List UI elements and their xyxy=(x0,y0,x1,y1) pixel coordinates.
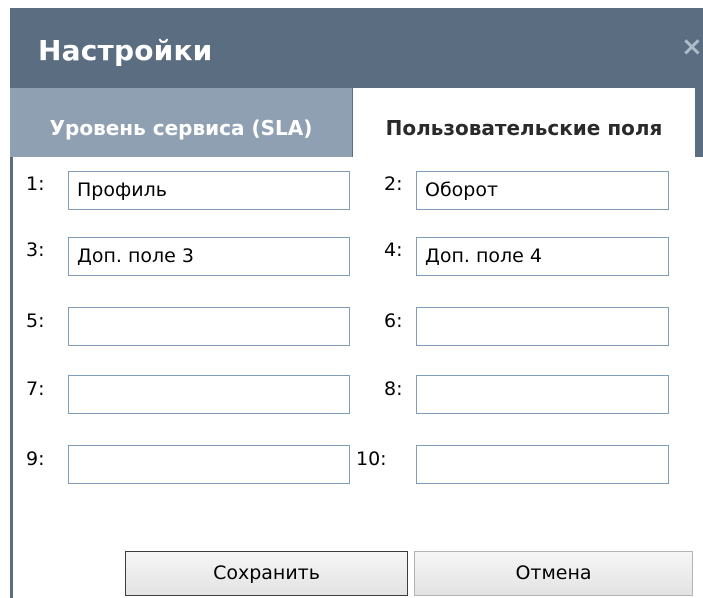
field-5-input[interactable] xyxy=(68,307,350,346)
tab-bar: Уровень сервиса (SLA) Пользовательские п… xyxy=(10,88,703,157)
settings-dialog: Настройки × Уровень сервиса (SLA) Пользо… xyxy=(0,0,703,598)
field-9-label: 9: xyxy=(26,448,45,470)
dialog-title: Настройки xyxy=(38,34,213,67)
field-6-label: 6: xyxy=(384,310,403,332)
field-2-label: 2: xyxy=(384,173,403,195)
field-7-label: 7: xyxy=(26,378,45,400)
field-2-input[interactable]: Оборот xyxy=(416,171,669,210)
field-10-label: 10: xyxy=(356,448,387,470)
field-3-label: 3: xyxy=(26,239,45,261)
field-1-label: 1: xyxy=(26,173,45,195)
close-icon[interactable]: × xyxy=(681,32,703,62)
save-button[interactable]: Сохранить xyxy=(125,551,408,596)
field-7-input[interactable] xyxy=(68,375,350,414)
field-8-label: 8: xyxy=(384,378,403,400)
field-4-label: 4: xyxy=(384,239,403,261)
field-9-input[interactable] xyxy=(68,445,350,484)
tab-custom-fields[interactable]: Пользовательские поля xyxy=(353,88,695,157)
field-4-input[interactable]: Доп. поле 4 xyxy=(416,237,669,276)
field-1-input[interactable]: Профиль xyxy=(68,171,350,210)
dialog-left-border xyxy=(10,157,13,598)
field-5-label: 5: xyxy=(26,310,45,332)
dialog-header: Настройки × xyxy=(10,8,703,88)
field-3-input[interactable]: Доп. поле 3 xyxy=(68,237,350,276)
field-10-input[interactable] xyxy=(416,445,669,484)
cancel-button[interactable]: Отмена xyxy=(414,551,693,596)
field-6-input[interactable] xyxy=(416,307,669,346)
tab-sla[interactable]: Уровень сервиса (SLA) xyxy=(10,88,352,157)
field-8-input[interactable] xyxy=(416,375,669,414)
